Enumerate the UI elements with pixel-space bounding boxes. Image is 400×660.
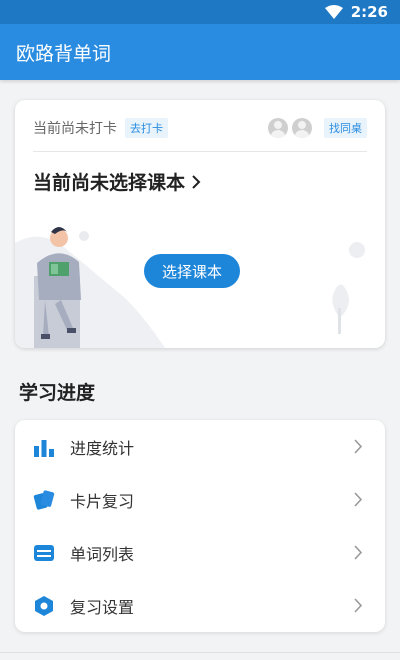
app-title: 欧路背单词 <box>16 42 112 65</box>
avatar <box>268 118 288 138</box>
checkin-card: 当前尚未打卡 去打卡 找同桌 当前尚未选择课本 选择课本 <box>15 100 385 348</box>
progress-section-title: 学习进度 <box>19 382 96 404</box>
menu-item-label: 复习设置 <box>70 597 135 617</box>
select-course-button[interactable]: 选择课本 <box>144 254 240 288</box>
avatar <box>292 118 312 138</box>
progress-menu: 进度统计 卡片复习 单词列表 复习设置 <box>15 420 385 632</box>
chevron-right-icon <box>192 174 201 189</box>
chevron-right-icon <box>354 598 363 613</box>
menu-item-progress-stats[interactable]: 进度统计 <box>15 420 385 473</box>
select-course-link[interactable]: 当前尚未选择课本 <box>33 168 201 195</box>
status-bar: 2:26 <box>0 0 400 24</box>
checkin-button[interactable]: 去打卡 <box>125 118 168 138</box>
chevron-right-icon <box>354 492 363 507</box>
menu-item-label: 进度统计 <box>70 438 135 458</box>
partner-avatars <box>264 118 312 138</box>
checkin-status: 当前尚未打卡 <box>33 121 117 137</box>
checkin-row: 当前尚未打卡 去打卡 找同桌 <box>33 114 367 142</box>
chevron-right-icon <box>354 439 363 454</box>
divider <box>33 151 367 152</box>
find-partner-button[interactable]: 找同桌 <box>324 118 367 138</box>
menu-item-label: 单词列表 <box>70 544 135 564</box>
hexagon-settings-icon <box>33 595 55 617</box>
menu-item-label: 卡片复习 <box>70 491 135 511</box>
status-time: 2:26 <box>350 3 388 21</box>
bar-chart-icon <box>33 436 55 458</box>
menu-item-card-review[interactable]: 卡片复习 <box>15 473 385 526</box>
menu-item-word-list[interactable]: 单词列表 <box>15 526 385 579</box>
bottom-nav-divider <box>0 652 400 653</box>
chevron-right-icon <box>354 545 363 560</box>
list-icon <box>33 542 55 564</box>
app-bar: 欧路背单词 <box>0 24 400 80</box>
cards-icon <box>33 489 55 511</box>
wifi-icon <box>324 5 343 19</box>
no-course-text: 当前尚未选择课本 <box>33 172 186 194</box>
menu-item-review-settings[interactable]: 复习设置 <box>15 579 385 632</box>
